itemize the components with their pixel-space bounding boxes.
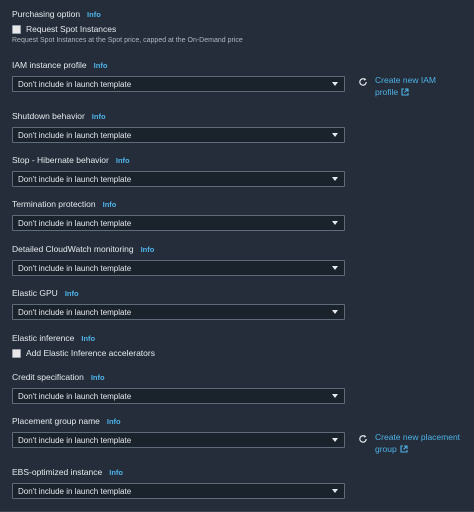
ebs-optimized-label: EBS-optimized instance Info	[12, 467, 345, 478]
cloudwatch-monitoring-value: Don't include in launch template	[18, 264, 132, 273]
stop-hibernate-info-link[interactable]: Info	[116, 156, 130, 165]
refresh-icon[interactable]	[358, 434, 368, 444]
credit-specification-label: Credit specification Info	[12, 372, 345, 383]
create-placement-group-line2[interactable]: group	[375, 444, 397, 454]
caret-down-icon	[332, 489, 338, 493]
caret-down-icon	[332, 82, 338, 86]
termination-protection-field: Termination protection Info Don't include…	[12, 199, 345, 231]
iam-instance-profile-info-link[interactable]: Info	[94, 61, 108, 70]
ebs-optimized-value: Don't include in launch template	[18, 487, 132, 496]
request-spot-checkbox[interactable]	[12, 24, 21, 34]
shutdown-behavior-select[interactable]: Don't include in launch template	[12, 127, 345, 143]
elastic-gpu-label: Elastic GPU Info	[12, 288, 345, 299]
placement-group-value: Don't include in launch template	[18, 436, 132, 445]
request-spot-description: Request Spot Instances at the Spot price…	[12, 37, 243, 44]
termination-protection-select[interactable]: Don't include in launch template	[12, 215, 345, 231]
caret-down-icon	[332, 394, 338, 398]
shutdown-behavior-field: Shutdown behavior Info Don't include in l…	[12, 111, 345, 143]
create-iam-profile-line2[interactable]: profile	[375, 87, 398, 97]
elastic-gpu-field: Elastic GPU Info Don't include in launch …	[12, 288, 345, 320]
stop-hibernate-select[interactable]: Don't include in launch template	[12, 171, 345, 187]
elastic-gpu-select[interactable]: Don't include in launch template	[12, 304, 345, 320]
placement-group-label: Placement group name Info	[12, 416, 345, 427]
elastic-inference-label: Elastic inference Info	[12, 333, 155, 344]
cloudwatch-monitoring-title: Detailed CloudWatch monitoring	[12, 244, 134, 254]
credit-specification-field: Credit specification Info Don't include i…	[12, 372, 345, 404]
shutdown-behavior-info-link[interactable]: Info	[92, 112, 106, 121]
termination-protection-label: Termination protection Info	[12, 199, 345, 210]
caret-down-icon	[332, 310, 338, 314]
elastic-inference-row[interactable]: Add Elastic Inference accelerators	[12, 348, 155, 358]
iam-instance-profile-field: IAM instance profile Info Don't include i…	[12, 60, 345, 92]
elastic-inference-field: Elastic inference Info Add Elastic Infere…	[12, 333, 155, 358]
elastic-gpu-info-link[interactable]: Info	[65, 289, 79, 298]
credit-specification-title: Credit specification	[12, 372, 84, 382]
stop-hibernate-value: Don't include in launch template	[18, 175, 132, 184]
credit-specification-select[interactable]: Don't include in launch template	[12, 388, 345, 404]
placement-group-title: Placement group name	[12, 416, 100, 426]
purchasing-option-title: Purchasing option	[12, 9, 81, 19]
caret-down-icon	[332, 438, 338, 442]
caret-down-icon	[332, 266, 338, 270]
elastic-inference-checkbox[interactable]	[12, 348, 21, 358]
create-placement-group-link[interactable]: Create new placement group	[358, 431, 460, 455]
ebs-optimized-field: EBS-optimized instance Info Don't include…	[12, 467, 345, 499]
ebs-optimized-select[interactable]: Don't include in launch template	[12, 483, 345, 499]
create-iam-profile-text[interactable]: Create new IAM profile	[375, 74, 436, 98]
caret-down-icon	[332, 133, 338, 137]
iam-instance-profile-title: IAM instance profile	[12, 60, 87, 70]
request-spot-label[interactable]: Request Spot Instances	[26, 24, 116, 34]
iam-instance-profile-label: IAM instance profile Info	[12, 60, 345, 71]
credit-specification-value: Don't include in launch template	[18, 392, 132, 401]
elastic-gpu-value: Don't include in launch template	[18, 308, 132, 317]
iam-instance-profile-value: Don't include in launch template	[18, 80, 132, 89]
create-placement-group-text[interactable]: Create new placement group	[375, 431, 460, 455]
shutdown-behavior-label: Shutdown behavior Info	[12, 111, 345, 122]
ebs-optimized-title: EBS-optimized instance	[12, 467, 103, 477]
stop-hibernate-field: Stop - Hibernate behavior Info Don't incl…	[12, 155, 345, 187]
refresh-icon[interactable]	[358, 77, 368, 87]
cloudwatch-monitoring-select[interactable]: Don't include in launch template	[12, 260, 345, 276]
iam-instance-profile-select[interactable]: Don't include in launch template	[12, 76, 345, 92]
termination-protection-value: Don't include in launch template	[18, 219, 132, 228]
elastic-gpu-title: Elastic GPU	[12, 288, 58, 298]
external-link-icon[interactable]	[400, 445, 408, 453]
purchasing-option-label: Purchasing option Info	[12, 9, 243, 20]
stop-hibernate-label: Stop - Hibernate behavior Info	[12, 155, 345, 166]
stop-hibernate-title: Stop - Hibernate behavior	[12, 155, 109, 165]
create-iam-profile-link[interactable]: Create new IAM profile	[358, 74, 436, 98]
purchasing-option-section: Purchasing option Info Request Spot Insta…	[12, 9, 243, 44]
cloudwatch-monitoring-info-link[interactable]: Info	[141, 245, 155, 254]
cloudwatch-monitoring-label: Detailed CloudWatch monitoring Info	[12, 244, 345, 255]
placement-group-select[interactable]: Don't include in launch template	[12, 432, 345, 448]
shutdown-behavior-value: Don't include in launch template	[18, 131, 132, 140]
elastic-inference-checkbox-label[interactable]: Add Elastic Inference accelerators	[26, 348, 155, 358]
placement-group-field: Placement group name Info Don't include i…	[12, 416, 345, 448]
advanced-details-panel: Purchasing option Info Request Spot Insta…	[0, 0, 474, 512]
caret-down-icon	[332, 177, 338, 181]
create-placement-group-line1[interactable]: Create new placement	[375, 431, 460, 443]
placement-group-info-link[interactable]: Info	[107, 417, 121, 426]
external-link-icon[interactable]	[401, 88, 409, 96]
create-iam-profile-line1[interactable]: Create new IAM	[375, 74, 436, 86]
request-spot-row[interactable]: Request Spot Instances	[12, 24, 243, 34]
termination-protection-info-link[interactable]: Info	[103, 200, 117, 209]
credit-specification-info-link[interactable]: Info	[91, 373, 105, 382]
cloudwatch-monitoring-field: Detailed CloudWatch monitoring Info Don't…	[12, 244, 345, 276]
ebs-optimized-info-link[interactable]: Info	[109, 468, 123, 477]
caret-down-icon	[332, 221, 338, 225]
purchasing-option-info-link[interactable]: Info	[87, 10, 101, 19]
elastic-inference-info-link[interactable]: Info	[81, 334, 95, 343]
termination-protection-title: Termination protection	[12, 199, 96, 209]
elastic-inference-title: Elastic inference	[12, 333, 75, 343]
shutdown-behavior-title: Shutdown behavior	[12, 111, 85, 121]
